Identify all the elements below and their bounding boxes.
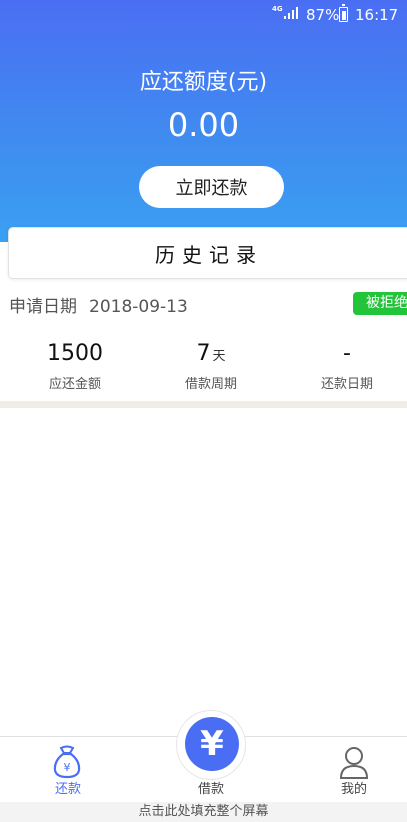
- due-amount-title: 应还额度(元): [139, 70, 268, 95]
- tab-repay-label: 还款: [54, 782, 81, 797]
- status-bar: 4G 87% 16:17: [0, 0, 407, 30]
- money-bag-icon: ¥: [53, 745, 81, 779]
- due-amount-value: 0.00: [167, 106, 240, 144]
- period-label: 借款周期: [184, 377, 237, 392]
- period-value: 7: [196, 341, 211, 366]
- tab-mine-label: 我的: [340, 782, 367, 797]
- user-icon: [339, 747, 369, 779]
- due-date-value: -: [343, 341, 351, 366]
- yen-icon: ¥: [185, 717, 239, 771]
- network-indicator: 4G: [272, 5, 283, 13]
- apply-date-row: 申请日期 2018-09-13: [9, 292, 188, 317]
- record-stats: 1500 应还金额 7天 借款周期 - 还款日期: [0, 340, 407, 394]
- fill-screen-hint[interactable]: 点击此处填充整个屏幕: [0, 802, 407, 822]
- loan-center-button[interactable]: ¥: [176, 710, 246, 780]
- clock: 16:17: [355, 6, 399, 24]
- battery-icon: [339, 4, 348, 22]
- apply-date-label: 申请日期: [9, 297, 77, 317]
- due-date-label: 还款日期: [320, 377, 373, 392]
- amount-label: 应还金额: [48, 377, 101, 392]
- header-banner: 4G 87% 16:17 应还额度(元) 0.00 立即还款: [0, 0, 407, 242]
- tab-repay[interactable]: ¥ 还款: [0, 737, 136, 801]
- apply-date-value: 2018-09-13: [89, 297, 188, 317]
- repay-icon-glyph: ¥: [64, 761, 71, 774]
- amount-value: 1500: [47, 341, 103, 366]
- stat-period: 7天 借款周期: [143, 340, 279, 392]
- tab-loan-label: 借款: [197, 782, 224, 797]
- battery-percent: 87%: [306, 6, 340, 24]
- signal-icon: [284, 7, 298, 19]
- stat-due-date: - 还款日期: [279, 340, 407, 392]
- repay-now-button[interactable]: 立即还款: [139, 166, 284, 208]
- status-badge: 被拒绝: [353, 292, 407, 315]
- period-unit: 天: [212, 349, 226, 364]
- history-record-title: 历史记录: [155, 242, 263, 267]
- stat-amount: 1500 应还金额: [7, 340, 143, 392]
- tab-mine[interactable]: 我的: [286, 737, 407, 801]
- section-divider: [0, 401, 407, 408]
- history-record-tab[interactable]: 历史记录: [8, 227, 407, 279]
